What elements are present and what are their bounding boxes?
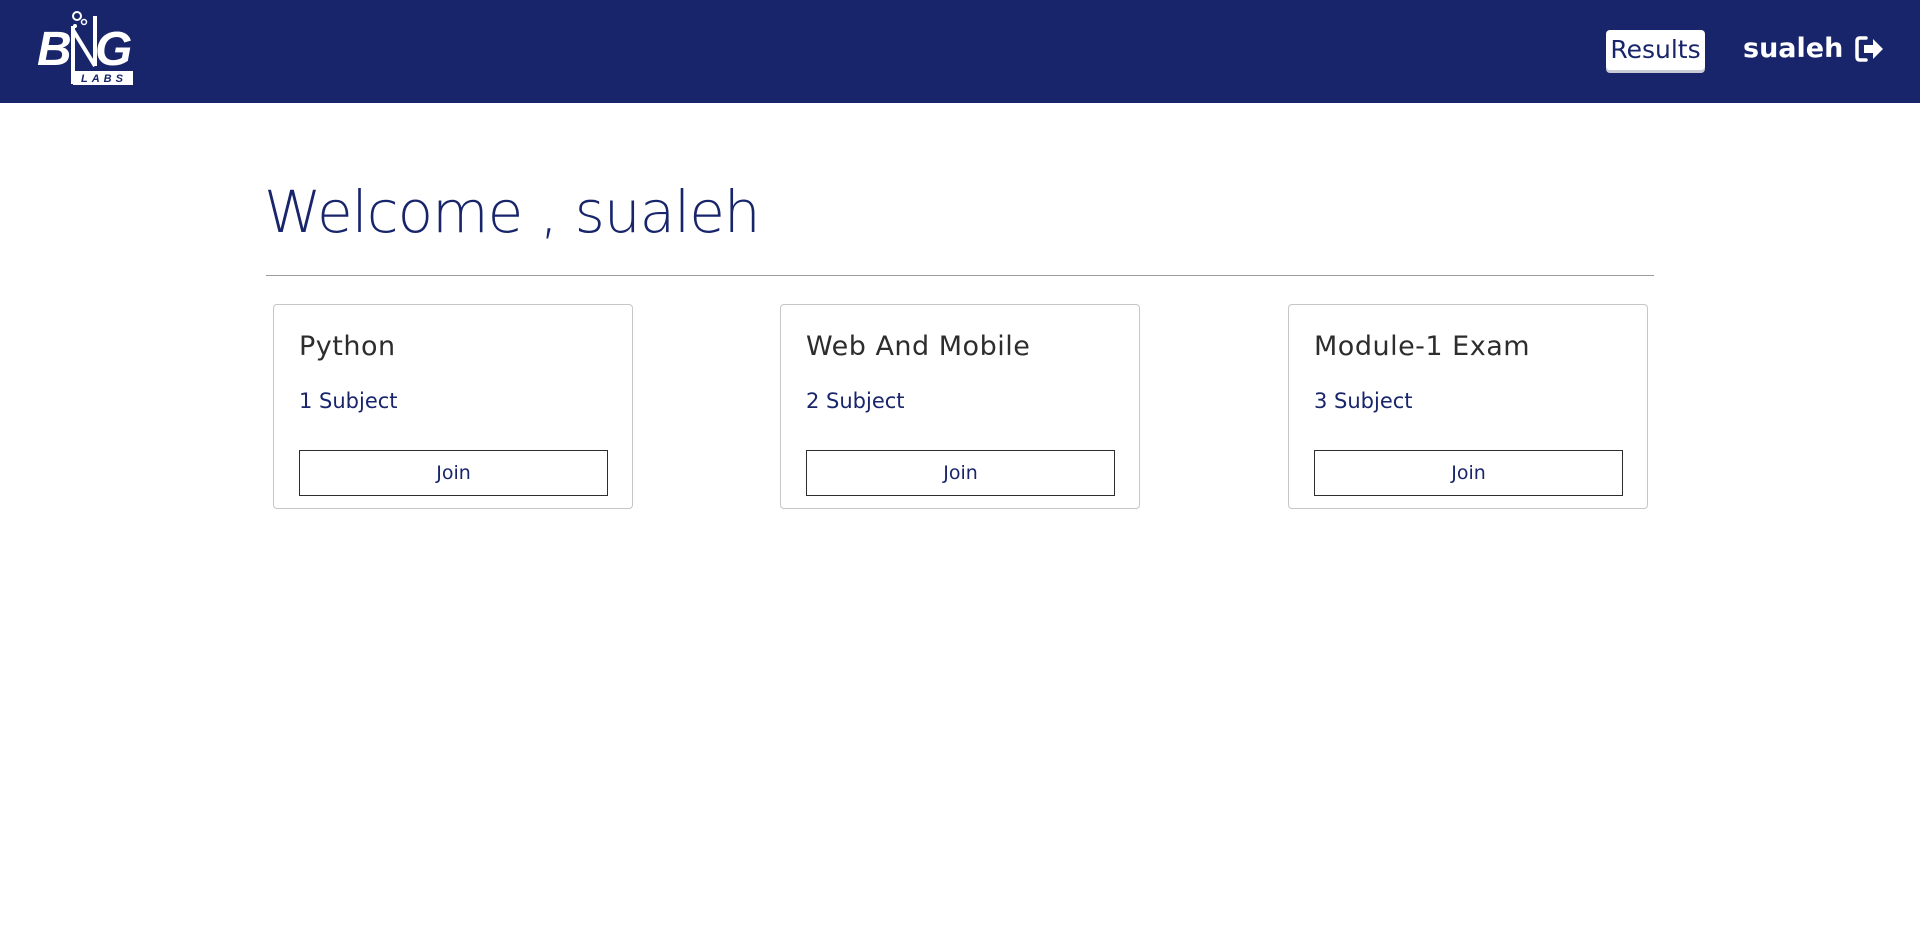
card-title: Web And Mobile (806, 331, 1031, 362)
card-subject-count: 3 Subject (1314, 389, 1413, 413)
card-subject-count: 2 Subject (806, 389, 905, 413)
exam-card: Module-1 Exam 3 Subject Join (1288, 304, 1648, 509)
svg-text:G: G (95, 23, 132, 76)
card-title: Python (299, 331, 396, 362)
exam-card: Python 1 Subject Join (273, 304, 633, 509)
svg-text:LABS: LABS (81, 73, 127, 85)
sign-out-icon[interactable] (1855, 35, 1885, 63)
user-name: sualeh (1743, 33, 1844, 64)
welcome-heading: Welcome , sualeh (264, 178, 761, 246)
join-button[interactable]: Join (1314, 450, 1623, 496)
card-subject-count: 1 Subject (299, 389, 398, 413)
svg-text:B: B (37, 23, 70, 76)
bng-labs-logo[interactable]: B G LABS (37, 10, 135, 88)
results-button[interactable]: Results (1606, 30, 1705, 70)
join-button[interactable]: Join (806, 450, 1115, 496)
card-title: Module-1 Exam (1314, 331, 1531, 362)
join-button[interactable]: Join (299, 450, 608, 496)
top-navbar: B G LABS Results sualeh (0, 0, 1920, 103)
divider (266, 275, 1654, 276)
exam-card: Web And Mobile 2 Subject Join (780, 304, 1140, 509)
